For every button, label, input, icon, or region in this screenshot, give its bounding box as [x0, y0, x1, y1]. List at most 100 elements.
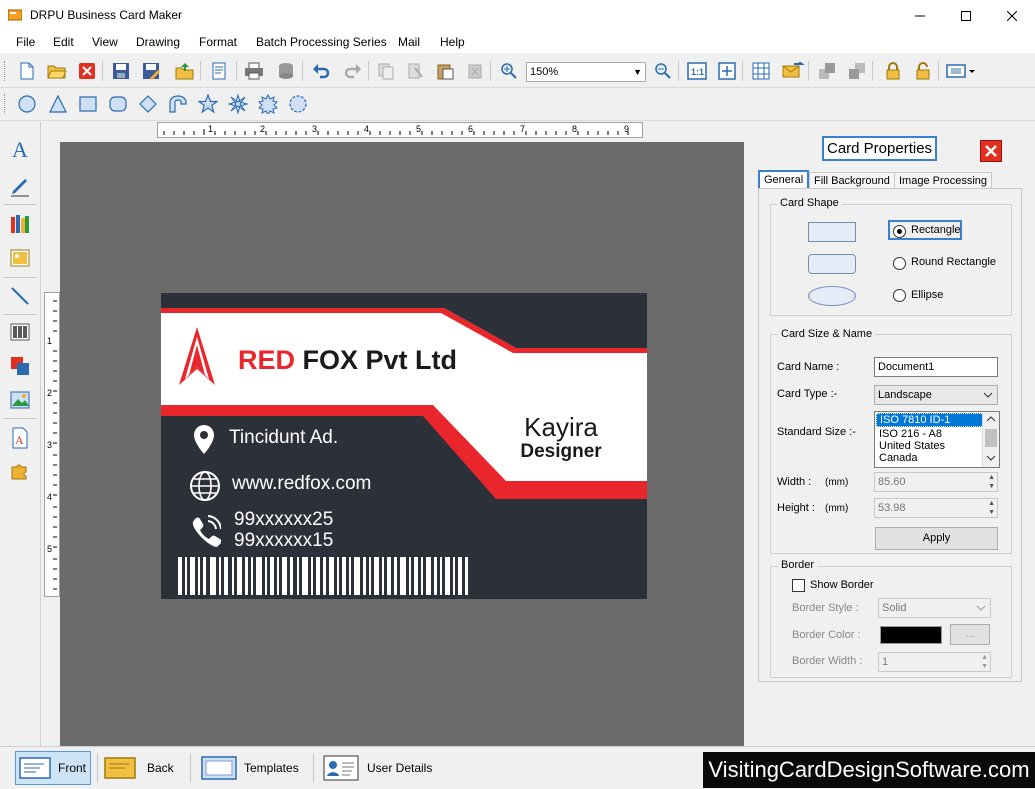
- print-icon[interactable]: [243, 60, 265, 82]
- document-text-icon[interactable]: A: [8, 426, 32, 450]
- border-width-input[interactable]: 1 ▲ ▼: [878, 652, 991, 672]
- tab-image-processing[interactable]: Image Processing: [894, 172, 993, 189]
- card-name-input[interactable]: Document1: [874, 357, 998, 377]
- database-icon[interactable]: [275, 60, 297, 82]
- brand-banner: VisitingCardDesignSoftware.com: [703, 752, 1035, 788]
- phone-1-text: 99xxxxxx25: [234, 509, 334, 530]
- user-details-button[interactable]: User Details: [322, 751, 442, 785]
- arc-tool-icon[interactable]: [167, 93, 189, 115]
- list-item-selected[interactable]: ISO 7810 ID-1: [876, 413, 998, 427]
- left-tool-strip: A A: [0, 122, 41, 746]
- maximize-button[interactable]: [943, 0, 989, 31]
- border-style-select[interactable]: Solid: [878, 598, 991, 618]
- show-border-checkbox[interactable]: [792, 579, 805, 592]
- paste-icon[interactable]: [434, 60, 456, 82]
- seal-tool-icon[interactable]: [287, 93, 309, 115]
- export-icon[interactable]: [174, 60, 196, 82]
- round-rectangle-tool-icon[interactable]: [107, 93, 129, 115]
- radio-ellipse[interactable]: [893, 289, 906, 302]
- close-panel-button[interactable]: [980, 140, 1002, 162]
- zoom-out-icon[interactable]: [652, 60, 674, 82]
- back-button[interactable]: Back: [103, 751, 183, 785]
- tab-fill-background[interactable]: Fill Background: [809, 172, 895, 189]
- puzzle-tool-icon[interactable]: [8, 458, 32, 482]
- ellipse-tool-icon[interactable]: [16, 93, 38, 115]
- standard-size-list[interactable]: ISO 7810 ID-1 ISO 216 - A8 United States…: [874, 411, 1000, 468]
- scrollbar-thumb[interactable]: [985, 429, 997, 447]
- company-name: RED FOX Pvt Ltd: [238, 345, 457, 376]
- spinner-icon[interactable]: ▲ ▼: [988, 473, 995, 491]
- radio-round-rectangle[interactable]: [893, 257, 906, 270]
- send-back-icon[interactable]: [846, 60, 868, 82]
- view-options-icon[interactable]: [944, 60, 978, 82]
- unlock-icon[interactable]: [912, 60, 934, 82]
- star-tool-icon[interactable]: [197, 93, 219, 115]
- grid-icon[interactable]: [750, 60, 772, 82]
- list-item[interactable]: ISO 216 - A8: [875, 428, 999, 440]
- border-legend: Border: [778, 559, 818, 571]
- close-window-button[interactable]: [989, 0, 1035, 31]
- open-icon[interactable]: [46, 60, 68, 82]
- label-ellipse: Ellipse: [911, 289, 944, 301]
- spinner-icon[interactable]: ▲ ▼: [981, 653, 988, 671]
- lock-icon[interactable]: [882, 60, 904, 82]
- toolbar-grip[interactable]: [4, 61, 8, 81]
- spinner-icon[interactable]: ▲ ▼: [988, 499, 995, 517]
- list-item[interactable]: United States: [875, 440, 999, 452]
- menu-view[interactable]: View: [92, 35, 118, 49]
- line-tool-icon[interactable]: [8, 284, 32, 308]
- bring-front-icon[interactable]: [816, 60, 838, 82]
- menu-format[interactable]: Format: [199, 35, 237, 49]
- barcode-tool-icon[interactable]: [8, 320, 32, 344]
- list-scrollbar[interactable]: [982, 412, 999, 467]
- list-item[interactable]: Canada: [875, 452, 999, 464]
- height-label: Height :: [777, 502, 815, 514]
- library-tool-icon[interactable]: [8, 212, 32, 236]
- picture-tool-icon[interactable]: [8, 388, 32, 412]
- menu-edit[interactable]: Edit: [53, 35, 74, 49]
- delete-icon[interactable]: [464, 60, 486, 82]
- menu-file[interactable]: File: [16, 35, 35, 49]
- four-point-star-tool-icon[interactable]: [227, 93, 249, 115]
- image-tool-icon[interactable]: [8, 246, 32, 270]
- burst-tool-icon[interactable]: [257, 93, 279, 115]
- copy-icon[interactable]: [375, 60, 397, 82]
- card-type-select[interactable]: Landscape: [874, 385, 998, 405]
- height-input[interactable]: 53.98 ▲ ▼: [874, 498, 998, 518]
- minimize-button[interactable]: [897, 0, 943, 31]
- save-icon[interactable]: [110, 60, 132, 82]
- redo-icon[interactable]: [342, 60, 364, 82]
- apply-button[interactable]: Apply: [875, 527, 998, 550]
- diamond-tool-icon[interactable]: [137, 93, 159, 115]
- fit-window-icon[interactable]: [716, 60, 738, 82]
- templates-button[interactable]: Templates: [200, 751, 310, 785]
- save-as-icon[interactable]: [140, 60, 162, 82]
- border-color-swatch[interactable]: [880, 626, 942, 644]
- mail-icon[interactable]: [782, 60, 804, 82]
- menu-batch-processing[interactable]: Batch Processing Series: [256, 35, 387, 49]
- new-icon[interactable]: [16, 60, 38, 82]
- actual-size-icon[interactable]: 1:1: [686, 60, 708, 82]
- border-color-button[interactable]: ...: [950, 624, 990, 645]
- zoom-in-icon[interactable]: [498, 60, 520, 82]
- triangle-tool-icon[interactable]: [47, 93, 69, 115]
- cut-icon[interactable]: [404, 60, 426, 82]
- tab-general[interactable]: General: [758, 170, 810, 188]
- menu-help[interactable]: Help: [440, 35, 465, 49]
- rectangle-tool-icon[interactable]: [77, 93, 99, 115]
- undo-icon[interactable]: [310, 60, 332, 82]
- width-input[interactable]: 85.60 ▲ ▼: [874, 472, 998, 492]
- front-button[interactable]: Front: [15, 751, 91, 785]
- layers-tool-icon[interactable]: [8, 354, 32, 378]
- menu-drawing[interactable]: Drawing: [136, 35, 180, 49]
- person-role: Designer: [520, 441, 602, 462]
- text-tool-icon[interactable]: A: [8, 137, 32, 161]
- properties-icon[interactable]: [208, 60, 230, 82]
- pen-tool-icon[interactable]: [8, 174, 32, 198]
- business-card[interactable]: RED FOX Pvt Ltd Kayira Designer Tincidun…: [161, 293, 647, 599]
- close-document-icon[interactable]: [76, 60, 98, 82]
- zoom-select[interactable]: 150% ▼: [526, 62, 646, 82]
- radio-rectangle[interactable]: [893, 225, 906, 238]
- menu-mail[interactable]: Mail: [398, 35, 420, 49]
- toolbar-grip[interactable]: [4, 94, 8, 114]
